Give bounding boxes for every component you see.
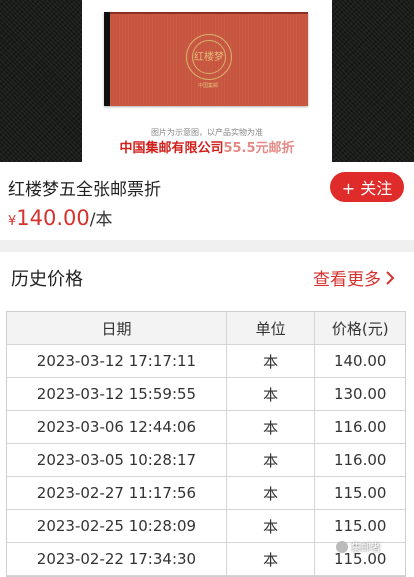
watermark: 集邮者 bbox=[336, 539, 381, 554]
product-price: ¥140.00/本 bbox=[8, 205, 113, 230]
chevron-right-icon bbox=[386, 270, 395, 285]
view-more-link[interactable]: 查看更多 bbox=[313, 265, 397, 290]
row-date: 2023-03-12 15:59:55 bbox=[7, 378, 227, 410]
booklet-spine bbox=[104, 12, 110, 106]
column-header-unit: 单位 bbox=[227, 312, 316, 344]
booklet-seal-emblem: 红楼梦 bbox=[186, 34, 232, 80]
follow-button[interactable]: + 关注 bbox=[330, 172, 404, 202]
row-date: 2023-03-06 12:44:06 bbox=[7, 411, 227, 443]
price-unit: /本 bbox=[89, 210, 113, 230]
row-date: 2023-02-25 10:28:09 bbox=[7, 510, 227, 542]
table-header: 日期 单位 价格(元) bbox=[7, 312, 405, 345]
product-title: 红楼梦五全张邮票折 bbox=[8, 180, 161, 200]
row-unit: 本 bbox=[227, 345, 316, 377]
column-header-date: 日期 bbox=[7, 312, 227, 344]
price-history-table: 日期 单位 价格(元) 2023-03-12 17:17:11 本 140.00… bbox=[6, 311, 406, 577]
row-date: 2023-03-05 10:28:17 bbox=[7, 444, 227, 476]
price-amount: 140.00 bbox=[16, 206, 90, 230]
wechat-account-icon bbox=[336, 540, 348, 553]
table-row: 2023-02-27 11:17:56 本 115.00 bbox=[7, 477, 405, 510]
row-unit: 本 bbox=[227, 510, 316, 542]
section-title: 历史价格 bbox=[11, 269, 83, 290]
row-date: 2023-03-12 17:17:11 bbox=[7, 345, 227, 377]
row-price: 130.00 bbox=[333, 385, 387, 403]
seal-text: 红楼梦 bbox=[192, 40, 226, 74]
product-image[interactable]: 红楼梦 中国集邮 图片为示意图，以产品实物为准 中国集邮有限公司55.5元邮折 bbox=[0, 0, 414, 162]
table-row: 2023-03-12 17:17:11 本 140.00 bbox=[7, 345, 405, 378]
row-unit: 本 bbox=[227, 378, 316, 410]
view-more-label: 查看更多 bbox=[313, 270, 381, 290]
row-unit: 本 bbox=[227, 411, 316, 443]
watermark-text: 集邮者 bbox=[351, 543, 381, 554]
seal-caption: 中国集邮 bbox=[197, 83, 218, 89]
column-header-price: 价格(元) bbox=[331, 319, 389, 338]
row-price: 116.00 bbox=[333, 418, 387, 436]
table-row: 2023-03-12 15:59:55 本 130.00 bbox=[7, 378, 405, 411]
row-unit: 本 bbox=[227, 543, 316, 575]
row-price: 115.00 bbox=[333, 484, 387, 502]
section-divider bbox=[0, 240, 414, 252]
table-row: 2023-03-05 10:28:17 本 116.00 bbox=[7, 444, 405, 477]
row-price: 115.00 bbox=[333, 517, 387, 535]
row-date: 2023-02-27 11:17:56 bbox=[7, 477, 227, 509]
row-unit: 本 bbox=[227, 444, 316, 476]
row-date: 2023-02-22 17:34:30 bbox=[7, 543, 227, 575]
row-unit: 本 bbox=[227, 477, 316, 509]
row-price: 116.00 bbox=[333, 451, 387, 469]
image-promo-text: 中国集邮有限公司55.5元邮折 bbox=[119, 141, 295, 156]
row-price: 140.00 bbox=[333, 352, 387, 370]
table-row: 2023-03-06 12:44:06 本 116.00 bbox=[7, 411, 405, 444]
